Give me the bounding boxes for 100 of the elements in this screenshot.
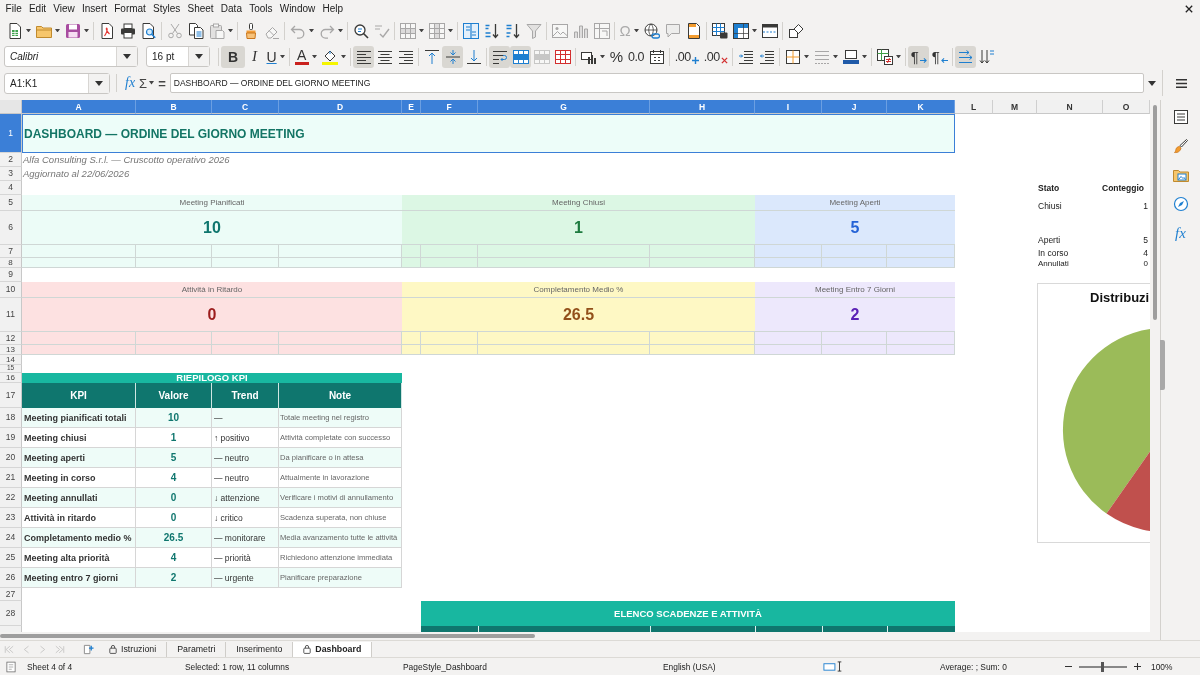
table-cell: Meeting entro 7 giorni bbox=[22, 568, 136, 588]
row-header[interactable]: 18 bbox=[0, 408, 22, 428]
row-header[interactable]: 10 bbox=[0, 282, 22, 298]
table-cell: — monitorare bbox=[212, 528, 279, 548]
column-header[interactable]: K bbox=[887, 100, 955, 114]
functions-button[interactable]: fx bbox=[1172, 222, 1189, 244]
column-header[interactable]: N bbox=[1037, 100, 1103, 114]
row-header[interactable]: 9 bbox=[0, 268, 22, 282]
selection-info: Selected: 1 row, 11 columns bbox=[185, 661, 290, 672]
slider-thumb[interactable] bbox=[1100, 661, 1104, 672]
menu-item[interactable]: Sheet bbox=[183, 1, 218, 17]
row-header[interactable]: 1 bbox=[0, 114, 22, 153]
column-header[interactable]: O bbox=[1103, 100, 1150, 114]
percent-button[interactable]: % bbox=[607, 45, 626, 68]
row-header[interactable]: 27 bbox=[0, 588, 22, 601]
function-wizard-button[interactable]: fx bbox=[123, 73, 138, 93]
scrollbar-thumb[interactable] bbox=[1153, 105, 1157, 320]
menu-item[interactable]: Edit bbox=[25, 1, 50, 17]
sidebar-handle[interactable] bbox=[1160, 340, 1165, 390]
column-header[interactable]: A bbox=[22, 100, 136, 114]
row-header[interactable]: 19 bbox=[0, 428, 22, 448]
caret-icon bbox=[95, 80, 103, 86]
font-color-button[interactable]: A bbox=[292, 45, 320, 68]
column-header[interactable]: L bbox=[955, 100, 993, 114]
empty-cell bbox=[402, 245, 421, 258]
bold-button[interactable]: B bbox=[221, 45, 245, 68]
column-header[interactable]: G bbox=[478, 100, 650, 114]
number-button[interactable]: 0.0 bbox=[625, 45, 647, 68]
row-header[interactable]: 14 bbox=[0, 355, 22, 365]
italic-button[interactable]: I bbox=[245, 45, 264, 68]
menu-item[interactable]: Window bbox=[276, 1, 319, 17]
row-header[interactable]: 6 bbox=[0, 211, 22, 245]
row-header[interactable]: 25 bbox=[0, 548, 22, 568]
column-header[interactable]: E bbox=[402, 100, 421, 114]
column-header[interactable]: D bbox=[279, 100, 402, 114]
align-left-button[interactable] bbox=[353, 45, 375, 68]
caret-icon bbox=[149, 81, 155, 85]
sheet-tab[interactable]: Parametri bbox=[167, 641, 227, 657]
column-header[interactable]: J bbox=[822, 100, 887, 114]
table-cell-text: 4 bbox=[1142, 248, 1148, 258]
font-size-field[interactable]: 16 pt bbox=[146, 46, 210, 67]
sheet-tab[interactable]: Istruzioni bbox=[99, 641, 168, 657]
row-header[interactable]: 26 bbox=[0, 568, 22, 588]
scrollbar-thumb[interactable] bbox=[0, 634, 535, 638]
merge-center-button[interactable] bbox=[510, 45, 532, 68]
minus-icon bbox=[1065, 663, 1072, 670]
empty-cell bbox=[822, 258, 887, 268]
menu-item[interactable]: Data bbox=[217, 1, 246, 17]
right-to-left-button[interactable]: ¶ bbox=[929, 45, 951, 68]
add-sheet-button[interactable] bbox=[82, 642, 95, 656]
add-decimal-button[interactable]: .00 bbox=[672, 45, 702, 68]
column-header[interactable]: B bbox=[136, 100, 212, 114]
row-header[interactable]: 22 bbox=[0, 488, 22, 508]
column-header[interactable]: M bbox=[993, 100, 1037, 114]
row-header[interactable]: 2 bbox=[0, 153, 22, 167]
formula-button[interactable]: = bbox=[156, 73, 168, 93]
row-header[interactable]: 17 bbox=[0, 383, 22, 408]
language[interactable]: English (USA) bbox=[663, 661, 716, 672]
row-header[interactable]: 24 bbox=[0, 528, 22, 548]
row-header[interactable]: 20 bbox=[0, 448, 22, 468]
name-box[interactable]: A1:K1 bbox=[4, 72, 110, 94]
menu-item[interactable]: Help bbox=[318, 1, 347, 17]
row-header[interactable]: 5 bbox=[0, 195, 22, 211]
menu-item[interactable]: Tools bbox=[245, 1, 277, 17]
text-direction-button[interactable] bbox=[955, 45, 977, 68]
zoom-in-button[interactable] bbox=[1133, 662, 1142, 671]
row-header[interactable]: 21 bbox=[0, 468, 22, 488]
row-header[interactable]: 23 bbox=[0, 508, 22, 528]
row-header[interactable]: 7 bbox=[0, 245, 22, 258]
zoom-level[interactable]: 100% bbox=[1151, 661, 1173, 672]
row-header[interactable]: 8 bbox=[0, 258, 22, 268]
empty-cell bbox=[887, 332, 955, 345]
row-header[interactable]: 28 bbox=[0, 601, 22, 626]
wrap-text-button[interactable] bbox=[489, 45, 511, 68]
column-header[interactable]: I bbox=[755, 100, 822, 114]
menu-item[interactable]: Insert bbox=[78, 1, 111, 17]
underline-button[interactable]: U bbox=[264, 45, 288, 68]
row-header[interactable]: 4 bbox=[0, 181, 22, 195]
left-to-right-button[interactable]: ¶ bbox=[908, 45, 930, 68]
column-header[interactable]: H bbox=[650, 100, 755, 114]
column-heading: Stato bbox=[1037, 183, 1061, 193]
menu-item[interactable]: Format bbox=[110, 1, 150, 17]
indent-icon bbox=[737, 48, 754, 65]
column-header[interactable]: C bbox=[212, 100, 279, 114]
list-panel-icon bbox=[1172, 109, 1189, 125]
row-header[interactable]: 3 bbox=[0, 167, 22, 181]
column-heading: Trend bbox=[212, 383, 279, 408]
formula-input[interactable]: DASHBOARD — ORDINE DEL GIORNO MEETING bbox=[169, 73, 1144, 93]
font-name-field[interactable]: Calibri bbox=[4, 46, 138, 67]
sheet-tab[interactable]: Dashboard bbox=[293, 641, 373, 657]
menu-item[interactable]: Styles bbox=[149, 1, 184, 17]
menu-item[interactable]: File bbox=[2, 1, 26, 17]
sum-button[interactable]: Σ bbox=[137, 73, 157, 93]
menu-item[interactable]: View bbox=[49, 1, 79, 17]
row-header[interactable]: 11 bbox=[0, 298, 22, 332]
close-button[interactable] bbox=[1183, 3, 1195, 15]
column-header[interactable]: F bbox=[421, 100, 478, 114]
row-header[interactable]: 12 bbox=[0, 332, 22, 345]
delete-decimal-button[interactable]: .00 bbox=[701, 45, 731, 68]
table-cell: 5 bbox=[136, 448, 212, 468]
